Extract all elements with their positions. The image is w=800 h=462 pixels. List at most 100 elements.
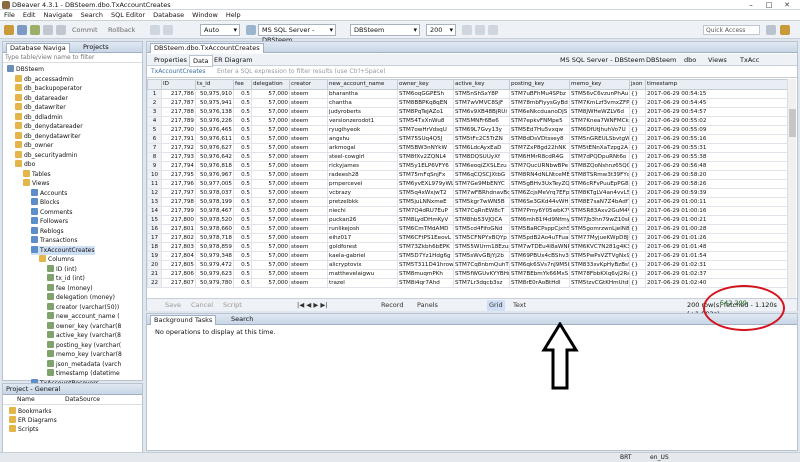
table-cell[interactable]: steem: [289, 179, 328, 189]
table-row[interactable]: 19 217,804 50,979,348 0.5 57,000 steem kaela-g…: [147, 251, 787, 261]
table-cell[interactable]: {}: [629, 89, 646, 99]
menu-database[interactable]: Database: [149, 10, 188, 21]
table-cell[interactable]: STM5Ed7Hu5vxqw: [509, 125, 570, 135]
table-cell[interactable]: STM5nGREULSbvtgW: [569, 134, 630, 144]
table-cell[interactable]: 217,794: [161, 161, 196, 171]
table-cell[interactable]: STM6HMrR8cdR4G: [509, 152, 570, 162]
datasource-label[interactable]: MS SQL Server - DBSteem: [557, 55, 648, 65]
subtab-properties[interactable]: Properties: [151, 55, 190, 65]
tree-item[interactable]: dbo: [15, 160, 35, 169]
table-cell[interactable]: alicryptovix: [327, 260, 398, 270]
column-header[interactable]: memo_key: [569, 79, 630, 90]
column-header[interactable]: posting_key: [509, 79, 570, 90]
table-cell[interactable]: 0.5: [233, 278, 252, 288]
table-cell[interactable]: 50,979,780: [195, 278, 234, 288]
table-cell[interactable]: rickyjames: [327, 161, 398, 171]
table-cell[interactable]: STM6qk6SVs7nJ9M5K: [509, 260, 570, 270]
table-cell[interactable]: pretzelbkk: [327, 197, 398, 207]
table-cell[interactable]: 0.5: [233, 116, 252, 126]
table-cell[interactable]: 57,000: [251, 143, 290, 153]
menu-sql-editor[interactable]: SQL Editor: [107, 10, 149, 21]
column-header[interactable]: active_key: [453, 79, 510, 90]
text-view-button[interactable]: Text: [513, 300, 526, 311]
tab-projects[interactable]: Projects: [83, 43, 109, 52]
table-cell[interactable]: chantha: [327, 98, 398, 108]
table-cell[interactable]: steem: [289, 260, 328, 270]
table-row[interactable]: 12 217,797 50,978,037 0.5 57,000 steem vcbrazy…: [147, 188, 787, 198]
table-cell[interactable]: {}: [629, 197, 646, 207]
table-cell[interactable]: 0.5: [233, 206, 252, 216]
table-cell[interactable]: {}: [629, 134, 646, 144]
table-cell[interactable]: steem: [289, 89, 328, 99]
table-cell[interactable]: 50,978,660: [195, 224, 234, 234]
tree-item[interactable]: db_ddladmin: [15, 112, 63, 122]
table-cell[interactable]: STM78FbbKXq6vJ2Ra: [569, 269, 630, 279]
table-cell[interactable]: STM5PwPsVZTVgNx9p: [569, 251, 630, 261]
close-button[interactable]: ✕: [780, 0, 794, 10]
table-cell[interactable]: 217,803: [161, 242, 196, 252]
table-cell[interactable]: 2017-06-29 00:59:39: [645, 188, 787, 198]
menu-search[interactable]: Search: [77, 10, 107, 21]
row-number[interactable]: 17: [147, 233, 162, 243]
table-cell[interactable]: 0.5: [233, 215, 252, 225]
table-cell[interactable]: steem: [289, 197, 328, 207]
table-cell[interactable]: STM8KTgLV4an4vvL5: [569, 188, 630, 198]
sql-editor-icon[interactable]: [17, 25, 27, 35]
table-cell[interactable]: prnpercevel: [327, 179, 398, 189]
table-cell[interactable]: 50,976,465: [195, 125, 234, 135]
table-cell[interactable]: steem: [289, 233, 328, 243]
table-row[interactable]: 1 217,786 50,975,910 0.5 57,000 steem bharanth…: [147, 89, 787, 99]
table-cell[interactable]: 217,789: [161, 116, 196, 126]
table-cell[interactable]: STM7Ge9MbENYC: [453, 179, 510, 189]
column-header[interactable]: ID: [161, 79, 196, 90]
table-cell[interactable]: kaela-gabriel: [327, 251, 398, 261]
table-cell[interactable]: STM8PqTeJAZo1: [397, 107, 454, 117]
table-cell[interactable]: STM8RN4dNLNtceMB: [509, 170, 570, 180]
table-cell[interactable]: 217,799: [161, 206, 196, 216]
row-number[interactable]: 16: [147, 224, 162, 234]
tree-item[interactable]: owner_key (varchar(8: [47, 321, 121, 331]
table-cell[interactable]: 217,793: [161, 152, 196, 162]
table-cell[interactable]: 2017-06-29 00:55:02: [645, 116, 787, 126]
table-cell[interactable]: STM75SUq4Q5J: [397, 134, 454, 144]
grid-view-button[interactable]: Grid: [487, 300, 505, 311]
table-row[interactable]: 16 217,801 50,978,660 0.5 57,000 steem runlike…: [147, 224, 787, 234]
column-header[interactable]: tx_id: [195, 79, 234, 90]
database-select[interactable]: DBSteem: [350, 24, 420, 36]
table-cell[interactable]: 217,787: [161, 98, 196, 108]
table-cell[interactable]: STM6LdcAyxEaD: [453, 143, 510, 153]
table-cell[interactable]: STM6oqGGPESh: [397, 89, 454, 99]
table-cell[interactable]: 217,807: [161, 278, 196, 288]
table-row[interactable]: 6 217,791 50,976,611 0.5 57,000 steem angshu ST…: [147, 134, 787, 144]
table-cell[interactable]: trazel: [327, 278, 398, 288]
table-row[interactable]: 22 217,807 50,979,780 0.5 57,000 steem trazel S…: [147, 278, 787, 288]
table-cell[interactable]: {}: [629, 179, 646, 189]
table-cell[interactable]: {}: [629, 107, 646, 117]
table-cell[interactable]: 2017-06-29 01:02:37: [645, 269, 787, 279]
row-number[interactable]: 4: [147, 116, 162, 126]
table-row[interactable]: 18 217,803 50,978,859 0.5 57,000 steem goldfor…: [147, 242, 787, 252]
project-item-bookmarks[interactable]: Bookmarks: [9, 407, 52, 416]
table-cell[interactable]: 2017-06-29 01:01:48: [645, 242, 787, 252]
table-cell[interactable]: 50,976,642: [195, 152, 234, 162]
table-cell[interactable]: STM5tFc2C5TrZN: [453, 134, 510, 144]
table-cell[interactable]: bharantha: [327, 89, 398, 99]
table-cell[interactable]: 217,797: [161, 188, 196, 198]
tree-item[interactable]: TxAccountCreates: [31, 245, 95, 255]
table-cell[interactable]: 57,000: [251, 98, 290, 108]
table-cell[interactable]: 50,975,941: [195, 98, 234, 108]
table-cell[interactable]: 0.5: [233, 143, 252, 153]
table-cell[interactable]: 57,000: [251, 188, 290, 198]
tab-database-navigator[interactable]: Database Naviga: [6, 43, 70, 53]
table-cell[interactable]: STM5fWGUvKYYBHmf: [453, 269, 510, 279]
table-cell[interactable]: STM8dDsVDtssey8: [509, 134, 570, 144]
table-cell[interactable]: 57,000: [251, 278, 290, 288]
table-cell[interactable]: STM5tENnXaTzpg2A: [569, 143, 630, 153]
tree-item[interactable]: posting_key (varchar(: [47, 340, 121, 350]
row-number[interactable]: 7: [147, 143, 162, 153]
tab-search[interactable]: Search: [231, 315, 253, 324]
tree-item[interactable]: memo_key (varchar(8: [47, 350, 122, 359]
table-cell[interactable]: STM5pdB2Ao4uTFuaH: [509, 233, 570, 243]
table-row[interactable]: 20 217,805 50,979,472 0.5 57,000 steem alicryp…: [147, 260, 787, 270]
table-cell[interactable]: 57,000: [251, 125, 290, 135]
